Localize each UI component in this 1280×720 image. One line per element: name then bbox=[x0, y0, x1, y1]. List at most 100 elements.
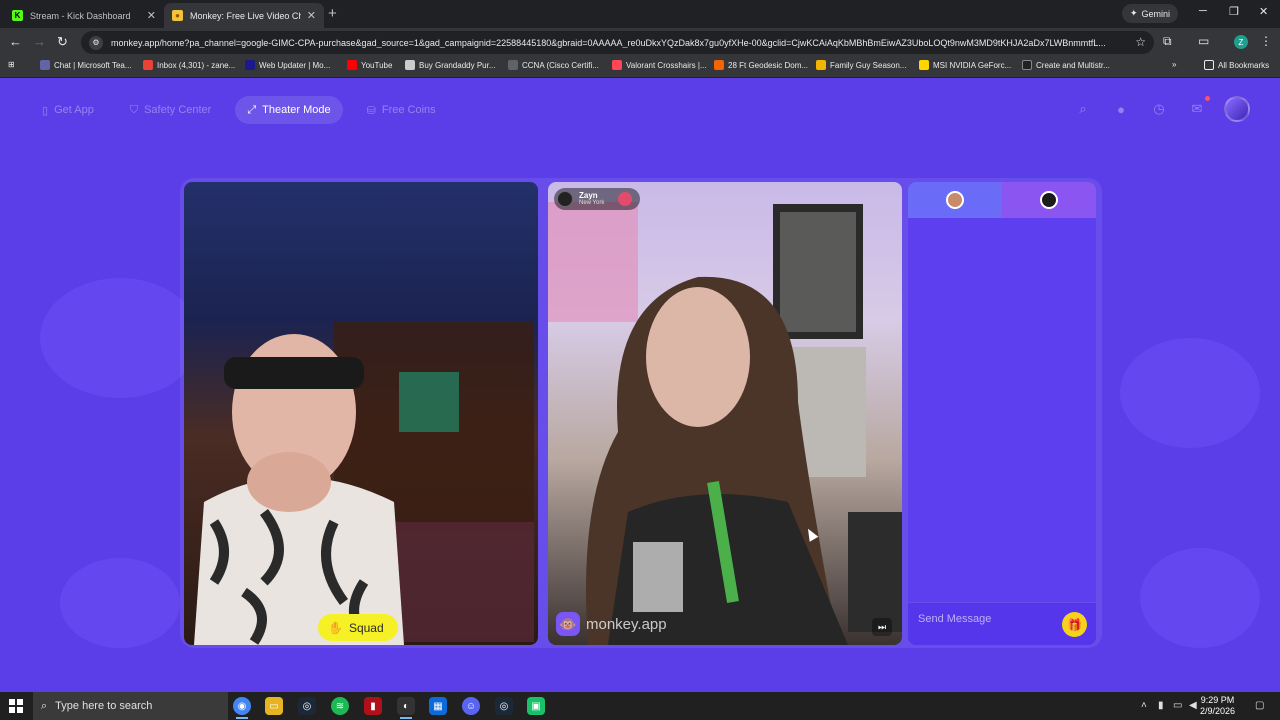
all-bookmarks-button[interactable]: All Bookmarks bbox=[1204, 60, 1269, 70]
messages-icon[interactable]: ✉ bbox=[1186, 96, 1210, 120]
chrome-icon[interactable]: ◉ bbox=[233, 697, 251, 719]
extensions-icon[interactable]: ⧉ bbox=[1163, 34, 1172, 49]
remote-user-avatar bbox=[557, 191, 573, 207]
forward-icon[interactable]: → bbox=[33, 34, 46, 49]
close-tab-icon[interactable]: ✕ bbox=[307, 9, 316, 22]
menu-icon[interactable]: ⋮ bbox=[1260, 34, 1272, 48]
windows-start-icon[interactable] bbox=[9, 699, 23, 713]
bookmark-item[interactable]: Family Guy Season... bbox=[816, 60, 906, 70]
all-bookmarks-label: All Bookmarks bbox=[1218, 60, 1270, 70]
bookmark-item[interactable]: Web Updater | Mo... bbox=[245, 60, 330, 70]
gift-icon[interactable]: 🎁 bbox=[1062, 612, 1087, 637]
tab-monkey[interactable]: ● Monkey: Free Live Video Ch ✕ bbox=[164, 3, 324, 28]
coins-icon: ⛁ bbox=[366, 104, 376, 117]
obs-icon[interactable]: ◐ bbox=[397, 697, 415, 719]
get-app-button[interactable]: ▯ Get App bbox=[30, 96, 106, 124]
safety-center-button[interactable]: ⛉ Safety Center bbox=[118, 96, 224, 124]
reload-icon[interactable]: ↻ bbox=[57, 34, 68, 50]
microphone-icon[interactable]: ▮ bbox=[1158, 700, 1164, 711]
side-panel-icon[interactable]: ▭ bbox=[1198, 34, 1209, 48]
network-icon[interactable]: ▭ bbox=[1173, 700, 1182, 711]
bookmark-item[interactable]: Valorant Crosshairs |... bbox=[612, 60, 707, 70]
app-icon[interactable]: ▦ bbox=[429, 697, 447, 715]
send-message-input[interactable]: Send Message bbox=[918, 613, 991, 625]
minimize-icon[interactable]: ─ bbox=[1199, 5, 1207, 17]
spotify-icon[interactable]: ≋ bbox=[331, 697, 349, 715]
restream-icon bbox=[1022, 60, 1032, 70]
get-app-label: Get App bbox=[54, 104, 94, 116]
cisco-icon bbox=[508, 60, 518, 70]
tray-expand-icon[interactable]: ˄ bbox=[1141, 700, 1147, 711]
folder-icon bbox=[1204, 60, 1214, 70]
bookmark-item[interactable]: 28 Ft Geodesic Dom... bbox=[714, 60, 808, 70]
bookmark-item[interactable]: CCNA (Cisco Certifi... bbox=[508, 60, 599, 70]
address-bar[interactable]: ⚙ monkey.app/home?pa_channel=google-GIMC… bbox=[81, 31, 1154, 54]
notifications-icon[interactable]: ▢ bbox=[1255, 700, 1264, 711]
search-icon[interactable]: ⌕ bbox=[1072, 98, 1094, 120]
close-window-icon[interactable]: ✕ bbox=[1259, 5, 1268, 18]
profile-avatar[interactable]: Z bbox=[1234, 35, 1248, 49]
more-bookmarks-icon[interactable]: » bbox=[1172, 60, 1176, 69]
tab-title: Stream - Kick Dashboard bbox=[30, 10, 131, 21]
remote-user-name: Zayn bbox=[579, 190, 598, 200]
squad-label: Squad bbox=[348, 620, 384, 635]
bookmark-item[interactable]: YouTube bbox=[347, 60, 392, 70]
file-explorer-icon[interactable]: ▭ bbox=[265, 697, 283, 715]
app-icon[interactable]: ▣ bbox=[527, 697, 545, 715]
bookmark-star-icon[interactable]: ☆ bbox=[1135, 35, 1146, 49]
site-info-icon[interactable]: ⚙ bbox=[89, 35, 103, 50]
tab-kick-dashboard[interactable]: K Stream - Kick Dashboard ✕ bbox=[4, 3, 164, 28]
bookmark-item[interactable]: Chat | Microsoft Tea... bbox=[40, 60, 132, 70]
user-avatar[interactable] bbox=[1224, 96, 1250, 122]
monkey-logo-icon: 🐵 bbox=[556, 612, 580, 636]
bookmark-label: Web Updater | Mo... bbox=[259, 60, 331, 70]
taskbar-search[interactable]: ⌕ Type here to search bbox=[33, 692, 228, 720]
browser-tab-strip: K Stream - Kick Dashboard ✕ ● Monkey: Fr… bbox=[0, 0, 1280, 28]
clock-time: 9:29 PM bbox=[1200, 695, 1235, 705]
bookmark-item[interactable]: Inbox (4,301) - zane... bbox=[143, 60, 235, 70]
friends-icon[interactable]: ● bbox=[1110, 98, 1132, 120]
system-clock[interactable]: 9:29 PM 2/9/2026 bbox=[1200, 695, 1235, 717]
bookmark-item[interactable]: MSI NVIDIA GeForc... bbox=[919, 60, 1011, 70]
apps-grid-icon[interactable]: ⊞ bbox=[8, 60, 15, 69]
bookmark-label: CCNA (Cisco Certifi... bbox=[522, 60, 599, 70]
notification-dot bbox=[1205, 96, 1210, 101]
url-text[interactable]: monkey.app/home?pa_channel=google-GIMC-C… bbox=[111, 38, 1131, 48]
bookmark-item[interactable]: Buy Grandaddy Pur... bbox=[405, 60, 496, 70]
remote-video: Zayn New York 🐵 monkey.app ⏭ bbox=[548, 182, 902, 645]
bookmark-item[interactable]: Create and Multistr... bbox=[1022, 60, 1110, 70]
skip-icon[interactable]: ⏭ bbox=[872, 618, 892, 636]
clock-date: 2/9/2026 bbox=[1200, 706, 1236, 716]
bookmark-label: Valorant Crosshairs |... bbox=[626, 60, 707, 70]
steam-icon[interactable]: ◎ bbox=[298, 697, 316, 715]
squad-button[interactable]: ✋ Squad bbox=[318, 614, 398, 641]
self-avatar-tab[interactable] bbox=[908, 182, 1002, 218]
bookmark-label: Family Guy Season... bbox=[830, 60, 907, 70]
valorant-icon bbox=[612, 60, 622, 70]
remote-avatar bbox=[1040, 191, 1058, 209]
restore-icon[interactable]: ❐ bbox=[1229, 5, 1239, 18]
discord-icon[interactable]: ☺ bbox=[462, 697, 480, 715]
steam-icon[interactable]: ◎ bbox=[495, 697, 513, 715]
phone-icon: ▯ bbox=[42, 104, 49, 117]
page-icon bbox=[405, 60, 415, 70]
close-tab-icon[interactable]: ✕ bbox=[147, 9, 156, 22]
new-tab-button[interactable]: + bbox=[328, 5, 337, 22]
gmail-icon bbox=[143, 60, 153, 70]
msi-icon bbox=[919, 60, 929, 70]
sparkle-icon: ✦ bbox=[1130, 8, 1138, 18]
app-icon[interactable]: ▮ bbox=[364, 697, 382, 715]
free-coins-button[interactable]: ⛁ Free Coins bbox=[355, 96, 448, 124]
browser-toolbar: ← → ↻ ⚙ monkey.app/home?pa_channel=googl… bbox=[0, 28, 1280, 56]
volume-icon[interactable]: ◀ bbox=[1189, 700, 1197, 711]
self-avatar bbox=[946, 191, 964, 209]
chat-header bbox=[908, 182, 1096, 218]
history-icon[interactable]: ◷ bbox=[1148, 98, 1170, 120]
remote-user-chip[interactable]: Zayn New York bbox=[554, 188, 641, 210]
remote-avatar-tab[interactable] bbox=[1002, 182, 1096, 218]
squad-icon: ✋ bbox=[328, 620, 343, 635]
gemini-button[interactable]: ✦ Gemini bbox=[1122, 4, 1179, 23]
background-decoration bbox=[1120, 338, 1260, 448]
theater-mode-button[interactable]: ⤢ Theater Mode bbox=[235, 96, 343, 124]
back-icon[interactable]: ← bbox=[9, 34, 22, 49]
